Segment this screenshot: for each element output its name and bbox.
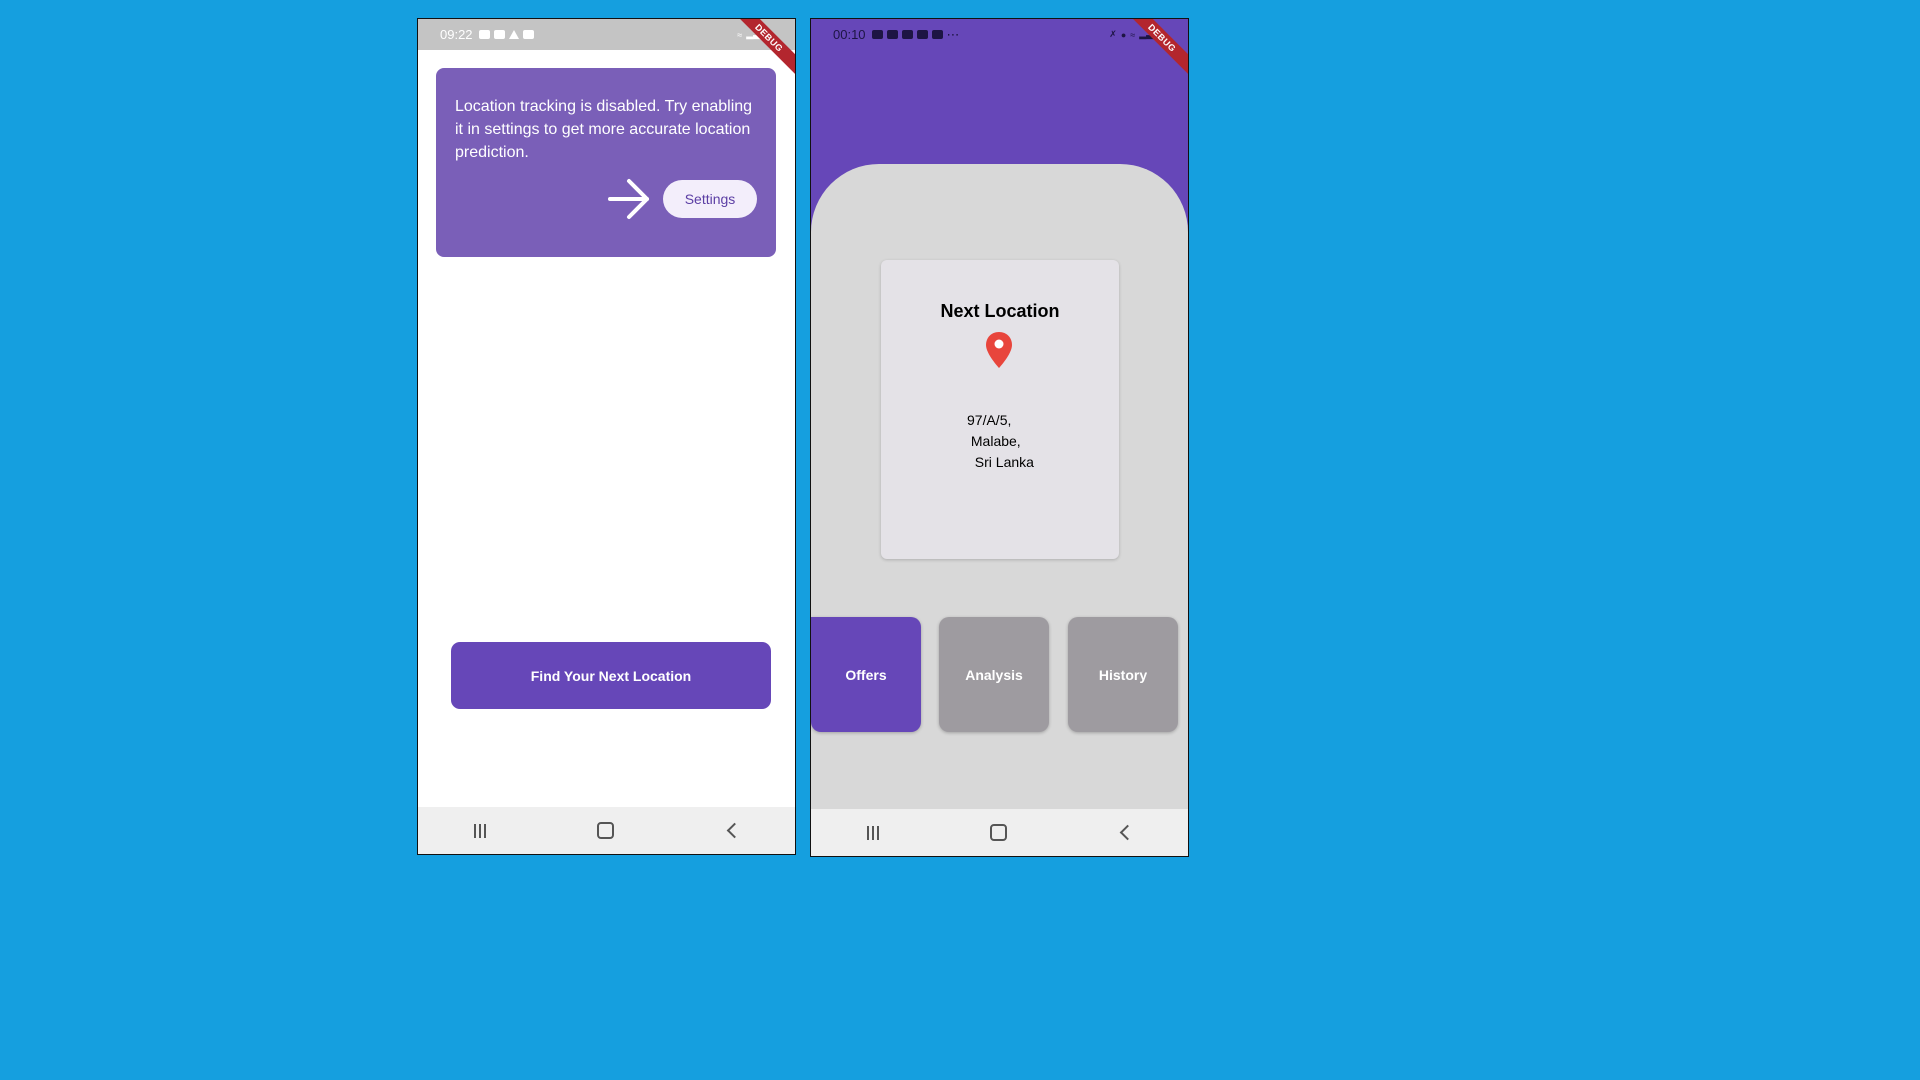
address: 97/A/5, Malabe, Sri Lanka — [967, 410, 1034, 473]
find-next-location-button[interactable]: Find Your Next Location — [451, 642, 771, 709]
location-disabled-card: Location tracking is disabled. Try enabl… — [436, 68, 776, 257]
notification-icons — [478, 30, 534, 39]
youtube-icon — [886, 30, 898, 39]
image-icon — [522, 30, 534, 39]
location-icon: ● — [1120, 29, 1127, 40]
youtube-icon — [901, 30, 913, 39]
analysis-button[interactable]: Analysis — [939, 617, 1049, 732]
phone-screen-location-disabled: 09:22 ≈ ▂▃▅ DEBUG Location tracking is d… — [417, 18, 796, 855]
offers-button[interactable]: Offers — [811, 617, 921, 732]
youtube-icon — [871, 30, 883, 39]
home-icon[interactable] — [989, 824, 1007, 841]
notification-icons: ⋯ — [871, 26, 960, 43]
sync-icon — [916, 30, 928, 39]
status-time: 00:10 — [833, 27, 866, 42]
back-icon[interactable] — [1119, 824, 1135, 841]
check-icon — [493, 30, 505, 39]
wifi-icon: ≈ — [737, 29, 743, 40]
arrow-right-icon — [608, 179, 649, 219]
recent-apps-icon[interactable] — [866, 825, 879, 840]
recent-apps-icon[interactable] — [473, 823, 486, 838]
navigation-bar — [418, 807, 795, 854]
history-button[interactable]: History — [1068, 617, 1178, 732]
location-pin-icon — [986, 332, 1012, 368]
address-line: Sri Lanka — [967, 454, 1034, 470]
address-line: Malabe, — [967, 433, 1021, 449]
status-bar: 09:22 ≈ ▂▃▅ — [418, 19, 795, 50]
settings-button[interactable]: Settings — [663, 180, 757, 218]
home-icon[interactable] — [596, 822, 614, 839]
youtube-icon — [478, 30, 490, 39]
app-icon — [931, 30, 943, 39]
back-icon[interactable] — [726, 822, 742, 839]
wifi-icon: ≈ — [1130, 29, 1136, 40]
warning-icon — [508, 30, 519, 39]
mute-icon: ✗ — [1109, 29, 1117, 39]
status-bar: 00:10 ⋯ ✗ ● ≈ ▂▃▅ — [811, 19, 1188, 50]
alert-message: Location tracking is disabled. Try enabl… — [455, 98, 753, 161]
phone-screen-next-location: 00:10 ⋯ ✗ ● ≈ ▂▃▅ DEBUG Next Location 97… — [810, 18, 1189, 857]
more-icon: ⋯ — [946, 26, 960, 42]
navigation-bar — [811, 809, 1188, 856]
status-time: 09:22 — [440, 27, 473, 42]
card-title: Next Location — [940, 301, 1060, 321]
address-line: 97/A/5, — [967, 412, 1012, 428]
next-location-card: Next Location 97/A/5, Malabe, Sri Lanka — [881, 260, 1119, 559]
